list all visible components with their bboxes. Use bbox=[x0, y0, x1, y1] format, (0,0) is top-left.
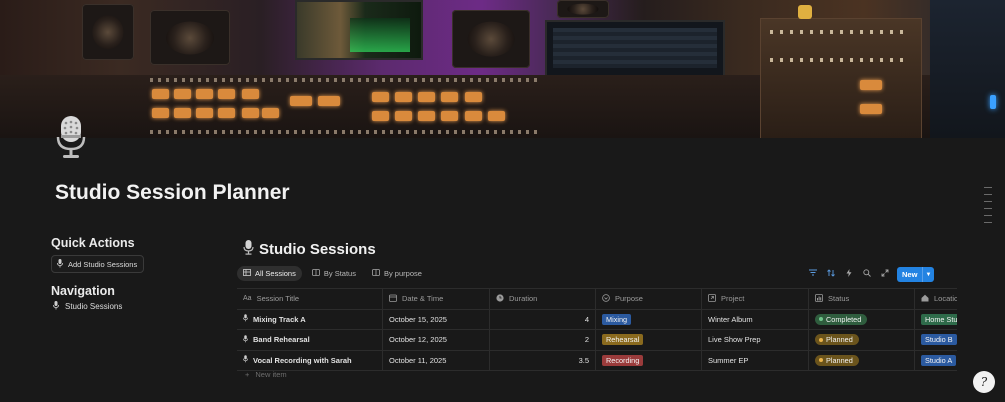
status-dot bbox=[819, 317, 823, 322]
purpose-cell[interactable]: Recording bbox=[596, 350, 702, 370]
new-item-label: New item bbox=[255, 370, 287, 379]
tab-label: By purpose bbox=[383, 269, 422, 278]
tab-label: By Status bbox=[323, 269, 356, 278]
status-icon bbox=[815, 293, 823, 304]
new-item-button[interactable]: + New item bbox=[245, 370, 287, 379]
status-badge: Planned bbox=[815, 354, 859, 366]
nav-item-studio-sessions[interactable]: Studio Sessions bbox=[53, 301, 122, 312]
purpose-tag: Mixing bbox=[602, 313, 632, 325]
location-tag: Studio B bbox=[921, 334, 957, 346]
table-icon bbox=[243, 269, 251, 278]
sort-icon[interactable] bbox=[826, 268, 835, 277]
calendar-icon bbox=[389, 294, 397, 304]
navigation-heading: Navigation bbox=[51, 284, 115, 298]
column-header-session-title[interactable]: Aa Session Title bbox=[237, 289, 383, 309]
session-title-cell[interactable]: Mixing Track A bbox=[237, 309, 383, 329]
duration-cell[interactable]: 2 bbox=[490, 330, 596, 350]
location-cell[interactable]: Studio B bbox=[915, 330, 957, 350]
tab-label: All Sessions bbox=[255, 269, 296, 278]
column-header-project[interactable]: Project bbox=[702, 289, 809, 309]
column-header-location[interactable]: Locatio bbox=[915, 289, 957, 309]
purpose-cell[interactable]: Rehearsal bbox=[596, 330, 702, 350]
cover-image bbox=[0, 0, 1005, 138]
purpose-tag: Rehearsal bbox=[602, 334, 644, 346]
view-tabs: All Sessions By Status By purpose bbox=[237, 266, 428, 281]
help-button[interactable]: ? bbox=[973, 371, 995, 393]
project-cell[interactable]: Summer EP bbox=[702, 350, 809, 370]
add-studio-sessions-label: Add Studio Sessions bbox=[68, 259, 138, 269]
database-title[interactable]: Studio Sessions bbox=[243, 240, 376, 259]
microphone-icon bbox=[57, 258, 63, 270]
status-badge: Completed bbox=[815, 313, 868, 325]
chevron-down-icon[interactable]: ▼ bbox=[922, 267, 934, 282]
microphone-icon bbox=[53, 301, 59, 312]
board-icon bbox=[372, 269, 380, 278]
sessions-table: Aa Session Title Date & Time Duration Pur… bbox=[237, 288, 957, 371]
column-header-date[interactable]: Date & Time bbox=[383, 289, 490, 309]
database-toolbar bbox=[808, 268, 907, 277]
expand-icon[interactable] bbox=[880, 268, 889, 277]
location-tag: Home Stu bbox=[921, 313, 957, 325]
home-icon bbox=[921, 294, 929, 304]
database-title-text: Studio Sessions bbox=[259, 241, 376, 258]
column-header-duration[interactable]: Duration bbox=[490, 289, 596, 309]
session-title-cell[interactable]: Vocal Recording with Sarah bbox=[237, 350, 383, 370]
nav-item-label: Studio Sessions bbox=[65, 302, 123, 311]
status-badge: Planned bbox=[815, 334, 859, 346]
purpose-tag: Recording bbox=[602, 354, 644, 366]
duration-cell[interactable]: 4 bbox=[490, 309, 596, 329]
relation-icon bbox=[708, 293, 716, 304]
microphone-icon bbox=[55, 115, 87, 159]
duration-cell[interactable]: 3.5 bbox=[490, 350, 596, 370]
outline-scroll-indicator[interactable] bbox=[984, 187, 992, 229]
plus-icon: + bbox=[245, 370, 250, 379]
status-cell[interactable]: Planned bbox=[809, 350, 915, 370]
search-icon[interactable] bbox=[862, 268, 871, 277]
project-cell[interactable]: Winter Album bbox=[702, 309, 809, 329]
status-dot bbox=[819, 337, 823, 342]
board-icon bbox=[311, 269, 320, 278]
page-title: Studio Session Planner bbox=[55, 181, 290, 204]
help-glyph: ? bbox=[980, 375, 988, 389]
microphone-icon bbox=[243, 314, 248, 324]
text-property-icon: Aa bbox=[243, 295, 252, 303]
location-cell[interactable]: Studio A bbox=[915, 351, 957, 371]
table-row[interactable]: Band Rehearsal October 12, 2025 2 Rehear… bbox=[237, 330, 957, 351]
new-button-label: New bbox=[902, 270, 918, 279]
microphone-icon bbox=[243, 335, 248, 345]
status-cell[interactable]: Planned bbox=[809, 330, 915, 350]
microphone-icon bbox=[243, 355, 248, 365]
date-cell[interactable]: October 15, 2025 bbox=[383, 309, 490, 329]
tab-all-sessions[interactable]: All Sessions bbox=[237, 266, 302, 281]
table-row[interactable]: Vocal Recording with Sarah October 11, 2… bbox=[237, 350, 957, 371]
table-row[interactable]: Mixing Track A October 15, 2025 4 Mixing… bbox=[237, 309, 957, 330]
session-title-cell[interactable]: Band Rehearsal bbox=[237, 330, 383, 350]
column-header-status[interactable]: Status bbox=[809, 289, 915, 309]
column-header-purpose[interactable]: Purpose bbox=[596, 289, 702, 309]
add-studio-sessions-button[interactable]: Add Studio Sessions bbox=[51, 255, 145, 273]
status-cell[interactable]: Completed bbox=[809, 309, 915, 329]
purpose-cell[interactable]: Mixing bbox=[596, 309, 702, 329]
tab-by-purpose[interactable]: By purpose bbox=[366, 266, 428, 281]
quick-actions-heading: Quick Actions bbox=[51, 236, 135, 250]
table-header: Aa Session Title Date & Time Duration Pur… bbox=[237, 288, 957, 310]
status-dot bbox=[819, 358, 823, 363]
microphone-icon bbox=[243, 240, 254, 259]
clock-icon bbox=[496, 294, 504, 304]
tab-by-status[interactable]: By Status bbox=[306, 266, 362, 281]
automation-icon[interactable] bbox=[844, 268, 853, 277]
date-cell[interactable]: October 12, 2025 bbox=[383, 330, 490, 350]
date-cell[interactable]: October 11, 2025 bbox=[383, 350, 490, 370]
location-tag: Studio A bbox=[921, 354, 957, 366]
new-button[interactable]: New ▼ bbox=[897, 267, 934, 282]
select-icon bbox=[602, 293, 610, 304]
project-cell[interactable]: Live Show Prep bbox=[702, 330, 809, 350]
location-cell[interactable]: Home Stu bbox=[915, 310, 957, 330]
filter-icon[interactable] bbox=[808, 268, 817, 277]
